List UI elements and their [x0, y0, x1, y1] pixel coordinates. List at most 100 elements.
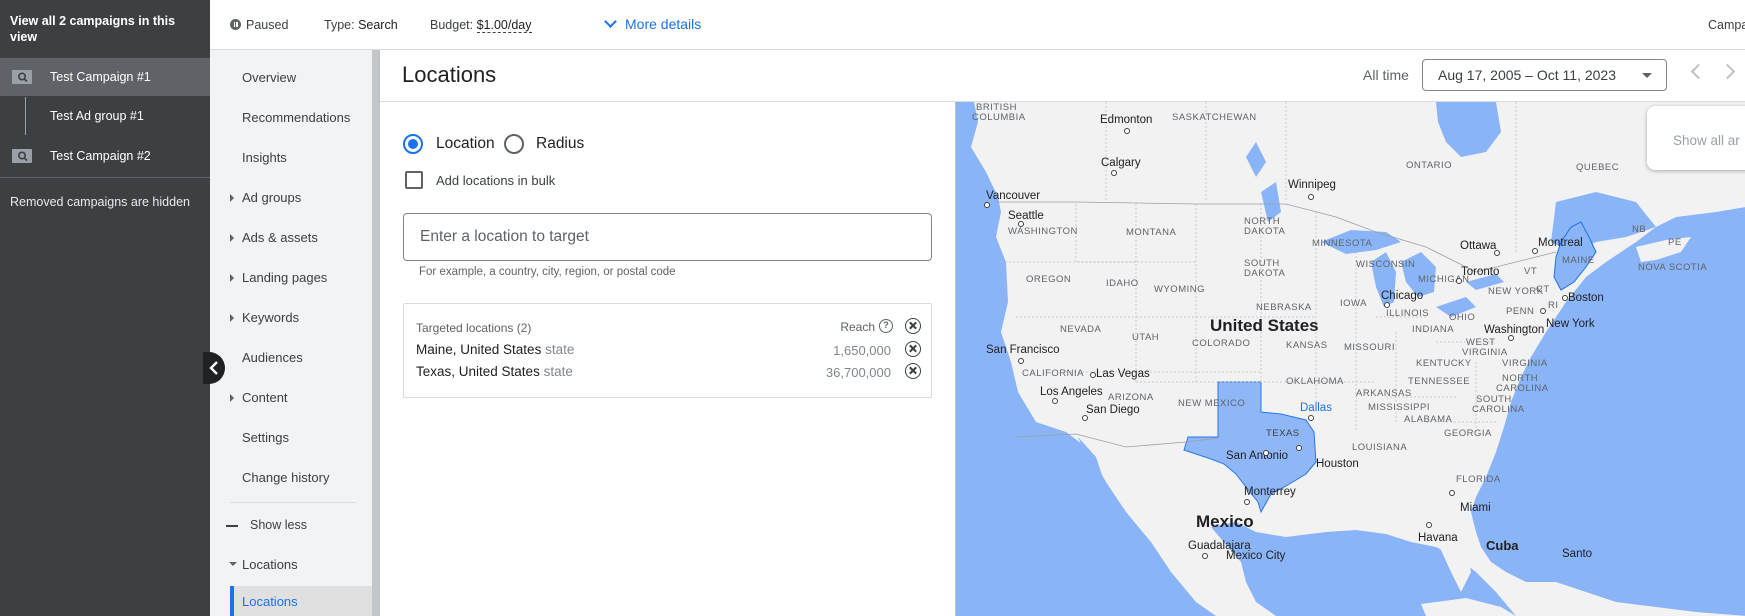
nav-locations-active[interactable]: Locations	[230, 586, 372, 616]
nav-audiences[interactable]: Audiences	[242, 350, 303, 365]
remove-all-icon[interactable]	[905, 318, 921, 334]
help-icon[interactable]: ?	[879, 319, 893, 333]
nav-divider	[230, 502, 356, 503]
view-all-campaigns-link[interactable]: View all 2 campaigns in this view	[10, 13, 200, 45]
map-label: IDAHO	[1106, 278, 1139, 289]
nav-ads-assets[interactable]: Ads & assets	[242, 230, 318, 245]
location-input-hint: For example, a country, city, region, or…	[419, 266, 676, 278]
campaign-menu-truncated[interactable]: Campa	[1708, 18, 1745, 32]
status-badge: Paused	[230, 18, 288, 32]
campaign-budget[interactable]: Budget: $1.00/day	[430, 18, 532, 33]
page-title: Locations	[402, 62, 497, 87]
collapse-icon	[229, 562, 237, 566]
bulk-locations-label[interactable]: Add locations in bulk	[436, 173, 555, 188]
map-label: DAKOTA	[1244, 226, 1286, 237]
city-marker	[1082, 415, 1088, 421]
sidebar-item-label: Test Campaign #1	[50, 70, 151, 84]
map-label: COLUMBIA	[972, 112, 1026, 123]
nav-recommendations[interactable]: Recommendations	[242, 110, 350, 125]
caret-down-icon	[1642, 73, 1652, 78]
city-marker	[1296, 445, 1302, 451]
sidebar-item-label: Test Ad group #1	[50, 109, 144, 123]
map-label: Havana	[1418, 532, 1458, 544]
date-range-picker[interactable]: Aug 17, 2005 – Oct 11, 2023	[1422, 59, 1667, 91]
nav-locations-section[interactable]: Locations	[242, 557, 298, 572]
city-marker	[1244, 499, 1250, 505]
sidebar-item-test-ad-group-1[interactable]: Test Ad group #1	[0, 97, 210, 135]
map-label: Vancouver	[986, 190, 1041, 202]
nav-scrollbar[interactable]	[372, 50, 380, 616]
remove-location-icon[interactable]	[905, 341, 921, 357]
more-details-button[interactable]: More details	[604, 15, 701, 32]
map-label: United States	[1210, 316, 1319, 335]
map-label: OREGON	[1026, 274, 1072, 285]
city-marker	[1540, 308, 1546, 314]
map-label: NOVA SCOTIA	[1638, 262, 1708, 273]
city-marker	[1308, 415, 1314, 421]
chevron-left-icon	[209, 361, 218, 375]
map-label: Monterrey	[1244, 486, 1296, 498]
city-marker	[1532, 248, 1538, 254]
radius-radio[interactable]	[504, 134, 524, 154]
map-label: Edmonton	[1100, 114, 1153, 126]
map-label: PENN	[1506, 306, 1535, 317]
map-label: QUEBEC	[1576, 162, 1620, 173]
minus-icon	[226, 525, 238, 527]
page-header: Locations All time Aug 17, 2005 – Oct 11…	[380, 50, 1745, 102]
campaign-type: Type: Search	[324, 18, 398, 32]
map-label: MINNESOTA	[1312, 238, 1373, 249]
date-range-label: All time	[1363, 67, 1409, 83]
city-marker	[1456, 278, 1462, 284]
targeted-locations-table: Targeted locations (2) Reach ? Maine, Un…	[403, 303, 932, 398]
nav-insights[interactable]: Insights	[242, 150, 287, 165]
nav-change-history[interactable]: Change history	[242, 470, 329, 485]
nav-landing-pages[interactable]: Landing pages	[242, 270, 327, 285]
expand-icon	[230, 314, 234, 322]
chevron-left-icon[interactable]	[1690, 63, 1707, 80]
map-label: MAINE	[1562, 255, 1595, 266]
sidebar-divider	[0, 177, 210, 178]
location-radio[interactable]	[403, 134, 423, 154]
map-label: Los Angeles	[1040, 386, 1103, 398]
map-label: ONTARIO	[1406, 160, 1453, 171]
map-label: PE	[1668, 237, 1682, 248]
sidebar-item-test-campaign-2[interactable]: Test Campaign #2	[0, 137, 210, 175]
map-label: WYOMING	[1154, 284, 1205, 295]
nav-content[interactable]: Content	[242, 390, 288, 405]
map-label: NB	[1632, 224, 1647, 235]
location-radio-label[interactable]: Location	[436, 135, 495, 153]
bulk-locations-checkbox[interactable]	[405, 171, 423, 189]
radius-radio-label[interactable]: Radius	[536, 135, 584, 153]
nav-ad-groups[interactable]: Ad groups	[242, 190, 301, 205]
map-label: FLORIDA	[1456, 474, 1501, 485]
chevron-right-icon[interactable]	[1719, 63, 1736, 80]
map-label: KENTUCKY	[1416, 358, 1472, 369]
sidebar-item-test-campaign-1[interactable]: Test Campaign #1	[0, 58, 210, 96]
search-campaign-icon	[12, 70, 32, 84]
expand-icon	[230, 394, 234, 402]
map-label: NEW MEXICO	[1178, 398, 1246, 409]
map-label: TEXAS	[1266, 428, 1300, 439]
map-label: ARKANSAS	[1356, 388, 1412, 399]
map-label: CALIFORNIA	[1022, 368, 1085, 379]
map-label: Mexico	[1196, 512, 1254, 531]
map-label: Seattle	[1008, 210, 1044, 222]
sidebar-item-label: Test Campaign #2	[50, 149, 151, 163]
remove-location-icon[interactable]	[905, 363, 921, 379]
city-marker	[1018, 358, 1024, 364]
removed-campaigns-note: Removed campaigns are hidden	[10, 195, 190, 209]
map-label: ALABAMA	[1404, 414, 1453, 425]
nav-keywords[interactable]: Keywords	[242, 310, 299, 325]
map-label: IOWA	[1340, 298, 1367, 309]
nav-settings[interactable]: Settings	[242, 430, 289, 445]
city-marker	[984, 202, 990, 208]
map-label: Ottawa	[1460, 240, 1497, 252]
map-label: NEBRASKA	[1256, 302, 1312, 313]
map-label: Houston	[1316, 458, 1359, 470]
show-less-button[interactable]: Show less	[250, 518, 307, 532]
map-label: New York	[1546, 318, 1595, 330]
location-search-input[interactable]	[403, 213, 932, 261]
nav-overview[interactable]: Overview	[242, 70, 296, 85]
location-map[interactable]: Show all ar BRITISH COLUMBIA Edmonton SA…	[955, 102, 1745, 616]
show-all-areas-button[interactable]: Show all ar	[1647, 106, 1745, 170]
